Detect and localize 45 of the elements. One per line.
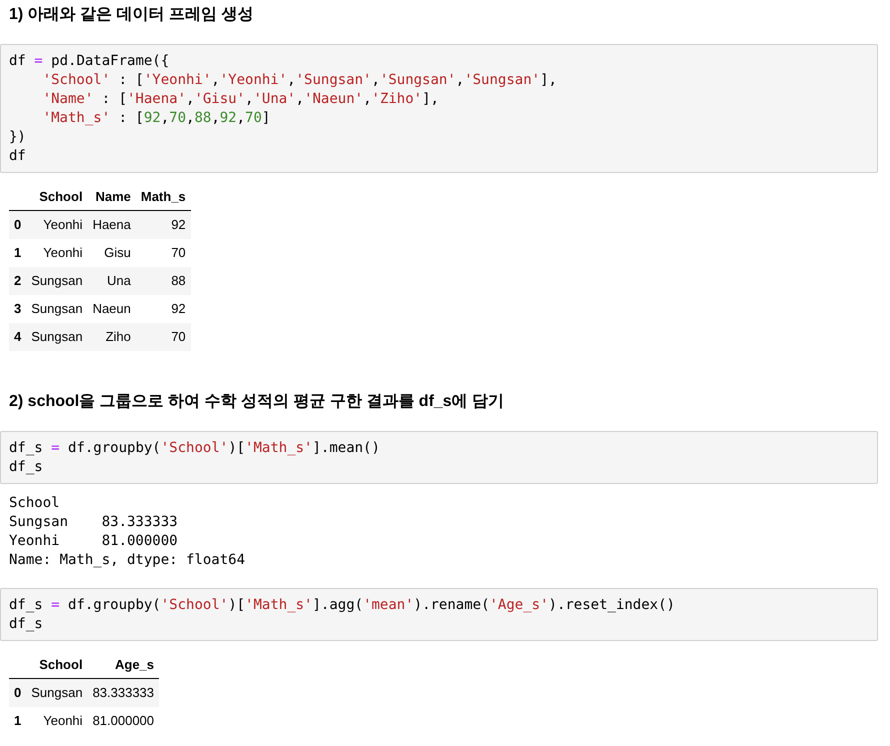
section-heading: 1) 아래와 같은 데이터 프레임 생성 [8, 5, 254, 25]
code-line: df_s [9, 615, 43, 634]
output-line: School [9, 494, 60, 513]
output-line: Sungsan 83.333333 [9, 513, 178, 532]
table-cell: Yeonhi [26, 210, 88, 239]
table-cell: Sungsan [26, 267, 88, 295]
table-cell: 92 [136, 295, 191, 323]
table-cell: 70 [136, 239, 191, 267]
table-cell: Yeonhi [26, 239, 88, 267]
table-cell: Sungsan [26, 295, 88, 323]
code-line: 'Name' : ['Haena','Gisu','Una','Naeun','Ziho'], [42, 90, 439, 109]
table-cell: Ziho [88, 323, 136, 351]
table-cell: Yeonhi [26, 707, 88, 735]
output-line: Name: Math_s, dtype: float64 [9, 551, 246, 570]
code-line: df_s = df.groupby('School')['Math_s'].agg('mean').rename('Age_s').reset_index() [9, 596, 675, 615]
output-line: Yeonhi 81.000000 [9, 532, 178, 551]
table-cell: 81.000000 [88, 707, 160, 735]
code-line: df_s [9, 458, 43, 477]
code-line: df_s = df.groupby('School')['Math_s'].mean() [9, 439, 380, 458]
code-cell[interactable]: df_s = df.groupby('School')['Math_s'].agg('mean').rename('Age_s').reset_index() df_s [0, 588, 878, 641]
section-heading: 2) school을 그룹으로 하여 수학 성적의 평균 구한 결과를 df_s에 담기 [8, 392, 506, 412]
row-index: 3 [9, 295, 26, 323]
table-cell: Una [88, 267, 136, 295]
table-cell: Naeun [88, 295, 136, 323]
table-cell: Haena [88, 210, 136, 239]
code-line: }) [9, 128, 26, 147]
table-cell: 92 [136, 210, 191, 239]
table-cell: 70 [136, 323, 191, 351]
code-line: df [9, 147, 26, 166]
table-cell: Sungsan [26, 323, 88, 351]
code-line: df = pd.DataFrame({ [9, 52, 170, 71]
row-index: 1 [9, 707, 26, 735]
table-cell: 83.333333 [88, 678, 160, 707]
code-line: 'School' : ['Yeonhi','Yeonhi','Sungsan','Sungsan','Sungsan'], [42, 71, 557, 90]
table-cell: 88 [136, 267, 191, 295]
table-cell: Sungsan [26, 678, 88, 707]
row-index: 2 [9, 267, 26, 295]
row-index: 4 [9, 323, 26, 351]
row-index: 0 [9, 678, 26, 707]
code-cell[interactable]: df = pd.DataFrame({ 'School' : ['Yeonhi','Yeonhi','Sungsan','Sungsan','Sungsan'], 'Name' : ['Haena','Gisu','Una','Naeun','Ziho'], 'Math_s' : [92,70,88,92,70] }) df [0, 44, 878, 173]
code-cell[interactable]: df_s = df.groupby('School')['Math_s'].mean() df_s [0, 431, 878, 484]
table-cell: Gisu [88, 239, 136, 267]
row-index: 0 [9, 210, 26, 239]
row-index: 1 [9, 239, 26, 267]
code-line: 'Math_s' : [92,70,88,92,70] [42, 109, 270, 128]
